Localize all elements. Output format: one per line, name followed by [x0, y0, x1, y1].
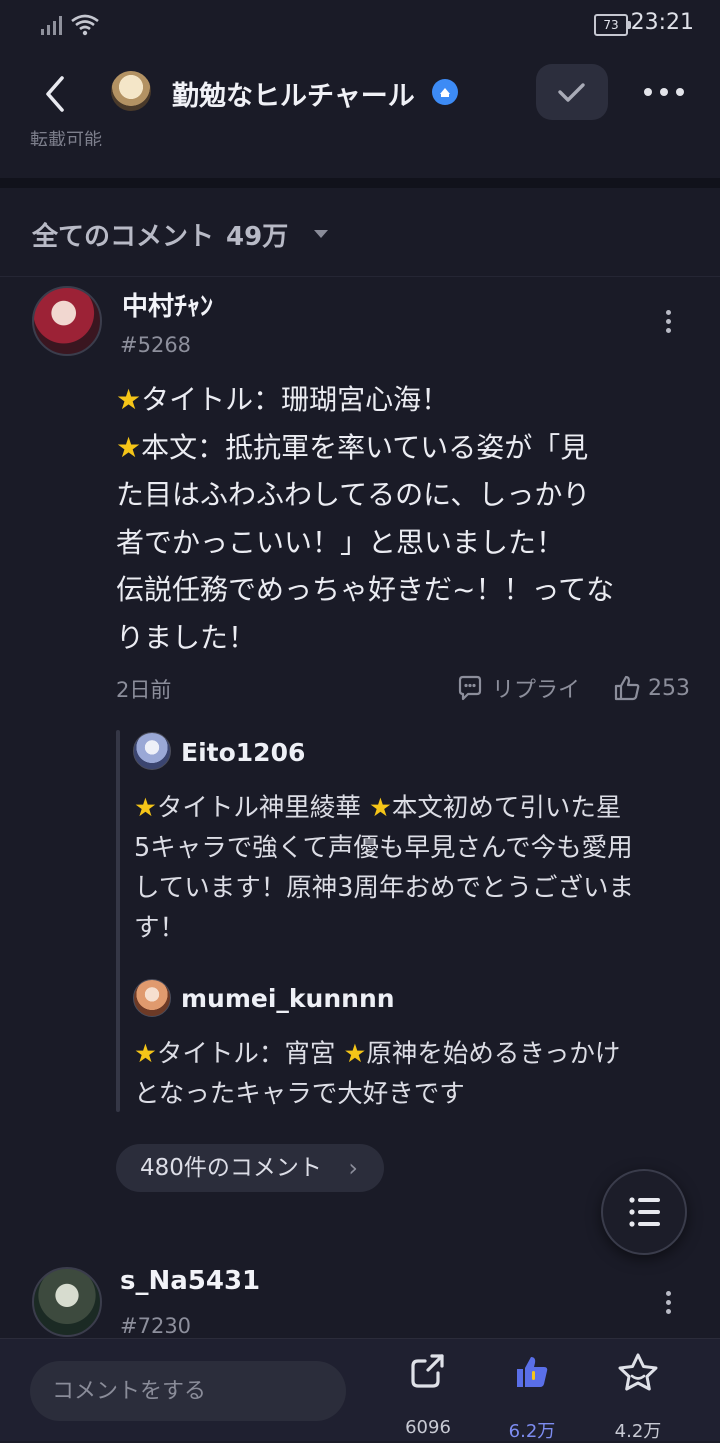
commenter-avatar[interactable]: [32, 286, 102, 356]
comment-more-button[interactable]: [656, 306, 680, 342]
list-icon: [629, 1197, 660, 1227]
star-icon: ★: [368, 793, 392, 823]
comment-list-fab-button[interactable]: [601, 1169, 687, 1255]
verified-badge-icon: [432, 79, 458, 105]
star-icon: ★: [116, 383, 142, 416]
post-footer-text: 転載可能: [30, 130, 102, 146]
reply-button[interactable]: リプライ: [456, 672, 580, 704]
thumbs-up-filled-icon: [517, 1357, 548, 1387]
reply-text: ★タイトル神里綾華 ★本文初めて引いた星 5キャラで強くて声優も早見さんで今も愛…: [134, 793, 634, 943]
reply-username[interactable]: Eito1206: [181, 738, 305, 767]
comment-timestamp: 2日前: [116, 678, 172, 702]
bottom-action-bar: 6096 6.2万 4.2万: [0, 1338, 720, 1442]
post-like-count: 6.2万: [508, 1421, 556, 1442]
reply-avatar[interactable]: [133, 732, 171, 770]
share-icon: [411, 1354, 444, 1388]
top-header: 勤勉なヒルチャール: [0, 50, 720, 140]
comments-header[interactable]: 全てのコメント 49万: [32, 216, 288, 253]
more-options-button[interactable]: [636, 72, 692, 112]
section-divider: [0, 178, 720, 188]
caret-down-icon[interactable]: [312, 228, 330, 240]
wifi-icon: [71, 14, 99, 36]
comment-floor-tag: #5268: [120, 333, 192, 357]
star-icon: ★: [116, 430, 142, 464]
star-icon: ★: [134, 793, 157, 823]
share-count: 6096: [405, 1417, 451, 1438]
follow-button[interactable]: [536, 64, 608, 120]
divider: [0, 276, 720, 277]
battery-indicator: 73: [594, 14, 631, 36]
comments-label: 全てのコメント: [32, 222, 215, 252]
more-horizontal-icon: [644, 88, 684, 96]
reply-label: リプライ: [492, 678, 581, 703]
comment-more-button[interactable]: [656, 1287, 680, 1323]
replies-thread-bar: [116, 730, 120, 1112]
signal-icon: [41, 16, 62, 35]
favorite-button[interactable]: 4.2万: [598, 1347, 678, 1442]
commenter-avatar[interactable]: [32, 1267, 102, 1337]
comment-floor-tag: #7230: [120, 1314, 192, 1338]
comment-like-button[interactable]: 253: [612, 672, 690, 704]
post-title[interactable]: 勤勉なヒルチャール: [172, 74, 415, 113]
back-button[interactable]: [30, 68, 82, 120]
comment-body: ★タイトル：珊瑚宮心海！ ★本文：抵抗軍を率いている姿が「見 た目はふわふわして…: [116, 383, 615, 654]
reply-avatar[interactable]: [133, 979, 171, 1017]
star-icon: ★: [134, 1039, 157, 1069]
check-icon: [558, 83, 585, 102]
view-more-replies-button[interactable]: 480件のコメント ›: [116, 1144, 384, 1192]
like-count: 253: [648, 675, 690, 701]
clock: 23:21: [630, 10, 694, 35]
thumbs-up-icon: [614, 675, 640, 701]
commenter-name[interactable]: s_Na5431: [120, 1266, 260, 1296]
star-icon: ★: [343, 1039, 367, 1069]
comment-input[interactable]: [30, 1361, 346, 1421]
comments-count: 49万: [226, 222, 289, 252]
reply-username[interactable]: mumei_kunnnn: [181, 984, 395, 1013]
chevron-right-icon: ›: [348, 1154, 358, 1182]
chevron-left-icon: [46, 76, 64, 112]
star-outline-icon: [618, 1353, 658, 1391]
author-avatar[interactable]: [111, 71, 151, 111]
status-bar: 73 23:21: [0, 0, 720, 50]
chat-bubble-icon: [458, 675, 482, 701]
like-button[interactable]: 6.2万: [492, 1347, 572, 1442]
reply-text: ★タイトル：宵宮 ★原神を始めるきっかけ となったキャラで大好きです: [134, 1039, 621, 1109]
share-button[interactable]: 6096: [388, 1347, 468, 1438]
favorite-count: 4.2万: [614, 1421, 662, 1442]
commenter-name[interactable]: 中村ﾁｬﾝ: [122, 286, 213, 323]
